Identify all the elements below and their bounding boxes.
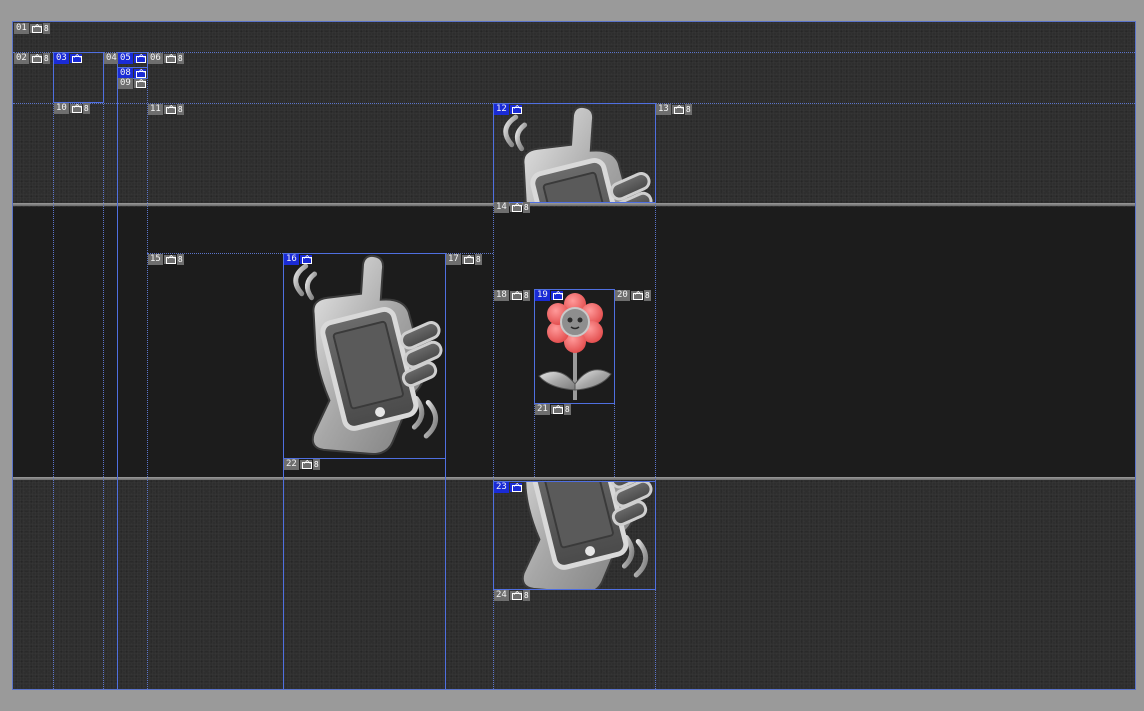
slice-badge: 8 [176,104,184,115]
slice-tag-16[interactable]: 16 [284,254,312,265]
slice-badge: 8 [522,290,530,301]
slice-tag-06[interactable]: 06 8 [148,53,184,64]
slice-number: 01 [14,23,29,34]
image-slice-icon [29,54,42,63]
slice-badge: 8 [312,459,320,470]
slice-number: 14 [494,202,509,213]
slice-guide-v [53,52,54,689]
red-flower-icon [535,290,614,403]
slice-number: 16 [284,254,299,265]
hand-holding-phone-icon [284,254,445,458]
image-slice-icon [163,54,176,63]
slice-number: 22 [284,459,299,470]
slice-number: 02 [14,53,29,64]
slice-number: 17 [446,254,461,265]
image-slice-icon [509,591,522,600]
slice-number: 10 [54,103,69,114]
slice-badge: 8 [82,103,90,114]
image-slice-icon [133,79,146,88]
image-slice-icon [163,105,176,114]
image-slice-icon [163,255,176,264]
slice-badge: 8 [176,53,184,64]
image-slice-icon [69,54,82,63]
image-slice-icon [509,291,522,300]
image-slice-icon [671,105,684,114]
slice-tag-09[interactable]: 09 [118,78,146,89]
slice-number: 24 [494,590,509,601]
image-slice-icon [509,483,522,492]
slice-number: 23 [494,482,509,493]
slice-number: 06 [148,53,163,64]
slice-guide-v [103,52,104,689]
slice-tag-05[interactable]: 05 [118,53,146,64]
slice-number: 11 [148,104,163,115]
image-slice-icon [630,291,643,300]
hand-holding-phone-icon [494,104,655,202]
slice-number: 12 [494,104,509,115]
image-slice-icon [29,24,42,33]
slice-tag-18[interactable]: 18 8 [494,290,530,301]
image-slice-icon [509,105,522,114]
slice-badge: 8 [522,202,530,213]
slice-guide-v [147,52,148,689]
image-slice-icon [299,255,312,264]
slice-badge: 8 [42,23,50,34]
slice-tag-02[interactable]: 02 8 [14,53,50,64]
slice-tag-23[interactable]: 23 [494,482,522,493]
slice-number: 19 [535,290,550,301]
image-slice-icon [509,203,522,212]
slice-number: 20 [615,290,630,301]
slice-number: 18 [494,290,509,301]
slice-number: 13 [656,104,671,115]
slice-tag-01[interactable]: 01 8 [14,23,50,34]
slice-badge: 8 [563,404,571,415]
slice-tag-11[interactable]: 11 8 [148,104,184,115]
slice-tag-22[interactable]: 22 8 [284,459,320,470]
image-slice-icon [69,104,82,113]
slice-tag-15[interactable]: 15 8 [148,254,184,265]
image-slice-icon [299,460,312,469]
image-slice-icon [133,54,146,63]
slice-tag-03[interactable]: 03 [54,53,82,64]
separator-bottom [13,477,1135,480]
slice-number: 03 [54,53,69,64]
slice-tag-13[interactable]: 13 8 [656,104,692,115]
image-slice-icon [550,405,563,414]
slice-badge: 8 [522,590,530,601]
slice-tag-14[interactable]: 14 8 [494,202,530,213]
image-slice-icon [550,291,563,300]
slice-badge: 8 [643,290,651,301]
separator-top [13,203,1135,206]
slice-badge: 8 [176,254,184,265]
slice-tag-21[interactable]: 21 8 [535,404,571,415]
slice-number: 15 [148,254,163,265]
slice-tag-12[interactable]: 12 [494,104,522,115]
slice-number: 05 [118,53,133,64]
slice-guide-v [117,52,118,689]
slice-tag-20[interactable]: 20 8 [615,290,651,301]
image-slice-icon [133,69,146,78]
slice-tag-17[interactable]: 17 8 [446,254,482,265]
slice-badge: 8 [42,53,50,64]
slice-tag-04[interactable]: 04 [104,53,119,64]
slice-badge: 8 [684,104,692,115]
slice-tag-10[interactable]: 10 8 [54,103,90,114]
slice-tag-19[interactable]: 19 [535,290,563,301]
slice-number: 04 [104,53,119,64]
hand-holding-phone-icon [494,482,655,589]
slice-tag-24[interactable]: 24 8 [494,590,530,601]
image-slice-icon [461,255,474,264]
slice-number: 21 [535,404,550,415]
slice-number: 09 [118,78,133,89]
slice-badge: 8 [474,254,482,265]
